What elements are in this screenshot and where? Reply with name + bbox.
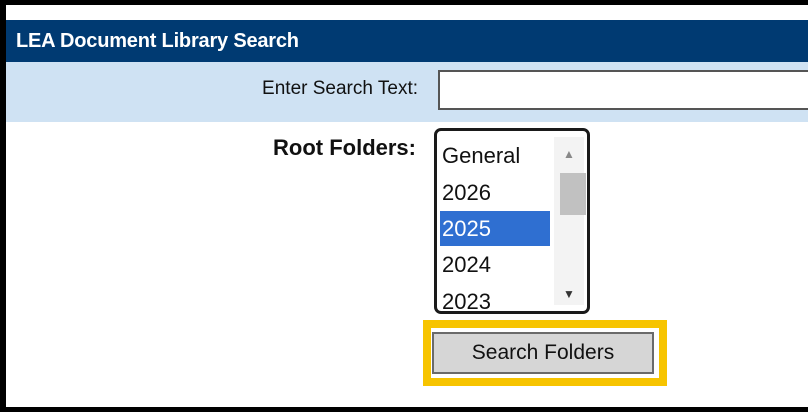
folder-option-2025[interactable]: 2025 [440, 211, 550, 246]
search-folders-button[interactable]: Search Folders [432, 332, 654, 374]
search-text-row: Enter Search Text: [6, 62, 808, 122]
folder-option-2026[interactable]: 2026 [440, 174, 550, 211]
root-folders-label: Root Folders: [273, 135, 416, 160]
scrollbar-thumb[interactable] [560, 173, 586, 215]
listbox-scrollbar[interactable]: ▲ ▼ [554, 137, 586, 305]
root-folders-listbox[interactable]: General 2026 2025 2024 2023 ▲ ▼ [434, 128, 590, 314]
folder-option-general[interactable]: General [440, 137, 550, 174]
search-text-label: Enter Search Text: [262, 78, 418, 99]
header-bar: LEA Document Library Search [6, 5, 808, 62]
scroll-down-icon[interactable]: ▼ [554, 283, 584, 305]
root-folders-options: General 2026 2025 2024 2023 [440, 137, 550, 311]
folder-option-2024[interactable]: 2024 [440, 246, 550, 283]
search-text-input[interactable] [438, 70, 808, 110]
page-title: LEA Document Library Search [16, 30, 299, 52]
folder-option-2023[interactable]: 2023 [440, 283, 550, 311]
scroll-up-icon[interactable]: ▲ [554, 143, 584, 165]
